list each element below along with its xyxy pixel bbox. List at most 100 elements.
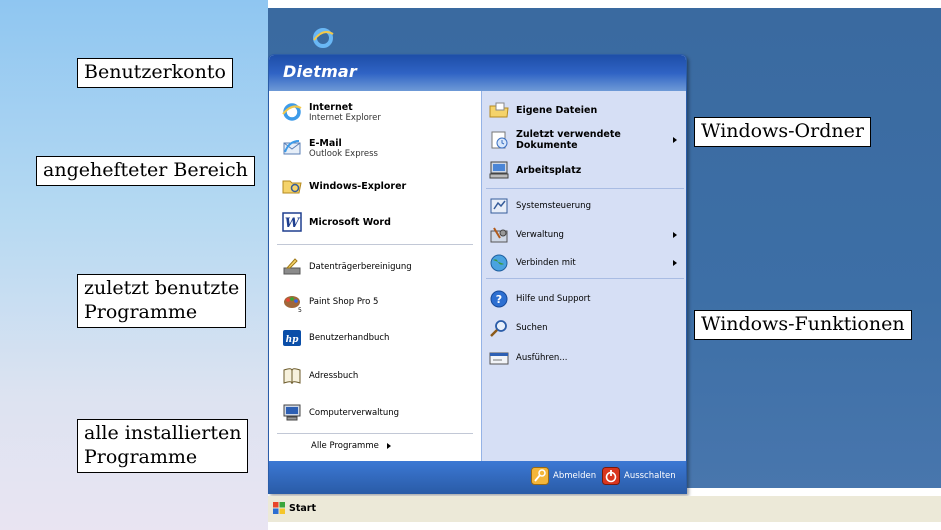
pinned-item-title: E-Mail [309, 137, 342, 149]
start-button[interactable]: Start [270, 498, 318, 518]
windows-logo-icon [273, 502, 285, 514]
folder-item-label: Zuletzt verwendete Dokumente [516, 129, 621, 151]
recent-item-label: Adressbuch [309, 371, 359, 381]
pinned-item-title: Internet [309, 101, 353, 113]
system-item-label: Verbinden mit [516, 258, 576, 268]
help-icon: ? [490, 290, 508, 308]
outlook-express-icon [283, 140, 301, 155]
pinned-item-subtitle: Outlook Express [309, 148, 378, 159]
callout-text: Windows-Funktionen [701, 313, 905, 335]
power-icon [602, 467, 620, 485]
function-item-suchen[interactable]: Suchen [488, 317, 683, 339]
disk-cleanup-icon [283, 258, 301, 275]
folder-item-zuletzt-verwendete-dokumente[interactable]: Zuletzt verwendete Dokumente [488, 129, 683, 151]
shutdown-label: Ausschalten [624, 471, 676, 481]
recent-item-datentraegerbereinigung[interactable]: Datenträgerbereinigung [281, 256, 412, 278]
word-icon: W [282, 212, 302, 232]
hp-icon: hp [283, 330, 301, 346]
pinned-item-windows-explorer[interactable]: Windows-Explorer [281, 175, 406, 197]
administrative-tools-icon [490, 227, 508, 243]
separator [486, 188, 684, 189]
callout-windows-funktionen: Windows-Funktionen [694, 310, 912, 340]
separator [486, 278, 684, 279]
callout-alle-installierten-programme: alle installierten Programme [77, 419, 249, 473]
recent-item-label: Datenträgerbereinigung [309, 262, 412, 272]
paint-shop-pro-icon: 5 [284, 296, 302, 313]
chevron-right-icon [673, 137, 677, 143]
callout-windows-ordner: Windows-Ordner [694, 117, 871, 147]
logoff-button[interactable]: Abmelden [531, 467, 596, 485]
chevron-right-icon [386, 443, 391, 449]
recent-item-paint-shop-pro[interactable]: 5 Paint Shop Pro 5 [281, 291, 378, 313]
all-programs-button[interactable]: Alle Programme [311, 441, 391, 451]
recent-item-adressbuch[interactable]: Adressbuch [281, 365, 358, 387]
windows-explorer-icon [282, 180, 302, 194]
computer-management-icon [283, 404, 301, 421]
callout-text: Benutzerkonto [84, 61, 226, 83]
svg-text:hp: hp [286, 335, 300, 345]
pinned-item-title: Windows-Explorer [309, 180, 407, 192]
recent-documents-icon [491, 131, 508, 149]
callout-zuletzt-benutzte-programme: zuletzt benutzte Programme [77, 274, 247, 328]
callout-text-line1: alle installierten [84, 422, 242, 444]
shutdown-button[interactable]: Ausschalten [602, 467, 676, 485]
folder-item-label: Arbeitsplatz [516, 164, 582, 176]
recent-item-label: Paint Shop Pro 5 [309, 297, 379, 307]
callout-text: Windows-Ordner [701, 120, 864, 142]
chevron-right-icon [673, 260, 677, 266]
function-item-label: Suchen [516, 323, 548, 333]
recent-item-label: Benutzerhandbuch [309, 333, 390, 343]
callout-text-line2: Programme [84, 445, 198, 468]
internet-explorer-desktop-icon[interactable] [311, 26, 335, 50]
system-item-label: Verwaltung [516, 230, 564, 240]
folder-item-eigene-dateien[interactable]: Eigene Dateien [488, 99, 683, 121]
start-menu-header: Dietmar [269, 55, 686, 91]
callout-text-line1: zuletzt benutzte [84, 277, 240, 299]
pinned-item-internet[interactable]: Internet Internet Explorer [281, 101, 381, 123]
start-menu-left-column: Internet Internet Explorer E-Mail Outloo… [269, 91, 481, 463]
callout-text: angehefteter Bereich [43, 159, 248, 181]
connect-to-icon [490, 254, 508, 272]
recent-item-computerverwaltung[interactable]: Computerverwaltung [281, 402, 399, 424]
my-computer-icon [489, 161, 509, 179]
all-programs-label: Alle Programme [311, 441, 379, 451]
pinned-item-title: Microsoft Word [309, 216, 391, 228]
separator [277, 433, 473, 434]
callout-angehefteter-bereich: angehefteter Bereich [36, 156, 255, 186]
start-menu: Dietmar Internet Internet Explorer E-Mai… [268, 54, 687, 494]
system-item-verwaltung[interactable]: Verwaltung [488, 224, 683, 246]
pinned-item-microsoft-word[interactable]: W Microsoft Word [281, 211, 391, 233]
logoff-key-icon [531, 467, 549, 485]
start-label: Start [289, 502, 317, 514]
svg-text:W: W [285, 216, 301, 231]
system-item-label: Systemsteuerung [516, 201, 591, 211]
pinned-item-subtitle: Internet Explorer [309, 112, 381, 123]
system-item-verbinden-mit[interactable]: Verbinden mit [488, 252, 683, 274]
function-item-hilfe-und-support[interactable]: ? Hilfe und Support [488, 288, 683, 310]
function-item-label: Hilfe und Support [516, 294, 591, 304]
address-book-icon [283, 368, 301, 385]
function-item-label: Ausführen... [516, 353, 568, 363]
chevron-right-icon [673, 232, 677, 238]
system-item-systemsteuerung[interactable]: Systemsteuerung [488, 195, 683, 217]
start-menu-body: Internet Internet Explorer E-Mail Outloo… [269, 91, 686, 463]
separator [277, 244, 473, 245]
my-documents-icon [489, 102, 509, 118]
internet-explorer-icon [282, 103, 302, 121]
recent-item-benutzerhandbuch[interactable]: hp Benutzerhandbuch [281, 327, 389, 349]
logoff-label: Abmelden [553, 471, 597, 481]
taskbar [268, 496, 941, 522]
start-menu-right-column: Eigene Dateien Zuletzt verwendete Dokume… [481, 91, 686, 463]
pinned-item-email[interactable]: E-Mail Outlook Express [281, 137, 378, 159]
run-icon [489, 352, 509, 365]
svg-text:?: ? [496, 293, 502, 306]
folder-item-arbeitsplatz[interactable]: Arbeitsplatz [488, 159, 683, 181]
function-item-ausfuehren[interactable]: Ausführen... [488, 347, 683, 369]
search-icon [490, 320, 507, 337]
callout-benutzerkonto: Benutzerkonto [77, 58, 233, 88]
callout-text-line2: Programme [84, 300, 198, 323]
svg-text:5: 5 [298, 307, 302, 313]
folder-item-label: Eigene Dateien [516, 104, 598, 116]
control-panel-icon [490, 198, 508, 214]
user-name: Dietmar [283, 62, 358, 81]
